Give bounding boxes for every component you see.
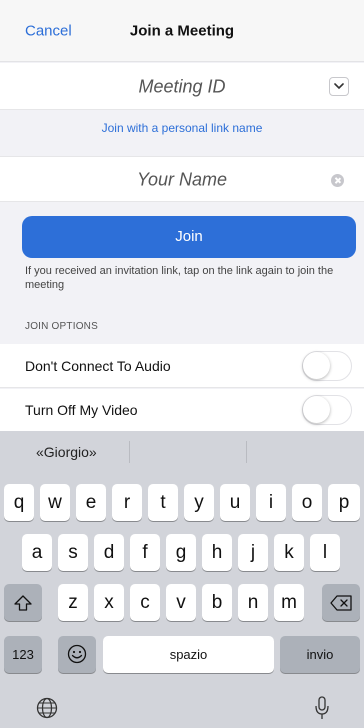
microphone-icon[interactable] xyxy=(315,696,329,720)
key-u[interactable]: u xyxy=(220,484,250,521)
key-q[interactable]: q xyxy=(4,484,34,521)
switch-knob xyxy=(303,351,330,379)
turn-off-video-switch[interactable] xyxy=(302,395,352,425)
space-key[interactable]: spazio xyxy=(103,636,274,673)
key-j[interactable]: j xyxy=(238,534,268,571)
predictive-text-bar: «Giorgio» xyxy=(0,431,364,473)
key-o[interactable]: o xyxy=(292,484,322,521)
dont-connect-audio-switch[interactable] xyxy=(302,350,352,381)
key-z[interactable]: z xyxy=(58,584,88,621)
chevron-down-icon xyxy=(334,83,344,90)
key-v[interactable]: v xyxy=(166,584,196,621)
join-options-header: JOIN OPTIONS xyxy=(25,321,98,332)
join-button[interactable]: Join xyxy=(22,216,356,258)
personal-link-button[interactable]: Join with a personal link name xyxy=(0,121,364,135)
key-h[interactable]: h xyxy=(202,534,232,571)
key-e[interactable]: e xyxy=(76,484,106,521)
key-a[interactable]: a xyxy=(22,534,52,571)
key-l[interactable]: l xyxy=(310,534,340,571)
toggle-row-video: Turn Off My Video xyxy=(0,389,364,431)
suggestion-divider xyxy=(246,441,247,463)
key-s[interactable]: s xyxy=(58,534,88,571)
key-t[interactable]: t xyxy=(148,484,178,521)
personal-link-row: Join with a personal link name xyxy=(0,111,364,151)
your-name-field[interactable]: Your Name xyxy=(0,156,364,202)
return-key[interactable]: invio xyxy=(280,636,360,673)
key-k[interactable]: k xyxy=(274,534,304,571)
key-d[interactable]: d xyxy=(94,534,124,571)
suggestion-item[interactable]: «Giorgio» xyxy=(36,444,97,460)
backspace-icon xyxy=(330,595,352,611)
page-title: Join a Meeting xyxy=(129,22,235,40)
suggestion-divider xyxy=(129,441,130,463)
numbers-key[interactable]: 123 xyxy=(4,636,42,673)
key-x[interactable]: x xyxy=(94,584,124,621)
shift-key[interactable] xyxy=(4,584,42,621)
clear-circle-icon[interactable] xyxy=(331,174,344,187)
toggle-label-audio: Don't Connect To Audio xyxy=(25,357,171,374)
shift-icon xyxy=(14,595,32,611)
emoji-icon xyxy=(67,644,87,664)
key-m[interactable]: m xyxy=(274,584,304,621)
key-i[interactable]: i xyxy=(256,484,286,521)
meeting-history-dropdown-button[interactable] xyxy=(329,77,349,96)
key-y[interactable]: y xyxy=(184,484,214,521)
toggle-row-audio: Don't Connect To Audio xyxy=(0,344,364,388)
delete-key[interactable] xyxy=(322,584,360,621)
key-w[interactable]: w xyxy=(40,484,70,521)
toggle-label-video: Turn Off My Video xyxy=(25,402,138,418)
switch-knob xyxy=(303,396,330,423)
meeting-id-placeholder: Meeting ID xyxy=(138,76,226,97)
key-p[interactable]: p xyxy=(328,484,360,521)
globe-icon[interactable] xyxy=(36,697,58,719)
key-r[interactable]: r xyxy=(112,484,142,521)
invitation-info-text: If you received an invitation link, tap … xyxy=(25,265,334,291)
nav-bar: Cancel Join a Meeting xyxy=(0,0,364,62)
keyboard: «Giorgio» q w e r t y u i o p a s d f g … xyxy=(0,431,364,728)
your-name-placeholder: Your Name xyxy=(136,169,228,190)
key-b[interactable]: b xyxy=(202,584,232,621)
key-f[interactable]: f xyxy=(130,534,160,571)
meeting-id-field[interactable]: Meeting ID xyxy=(0,63,364,110)
key-n[interactable]: n xyxy=(238,584,268,621)
key-g[interactable]: g xyxy=(166,534,196,571)
key-c[interactable]: c xyxy=(130,584,160,621)
emoji-key[interactable] xyxy=(58,636,96,673)
